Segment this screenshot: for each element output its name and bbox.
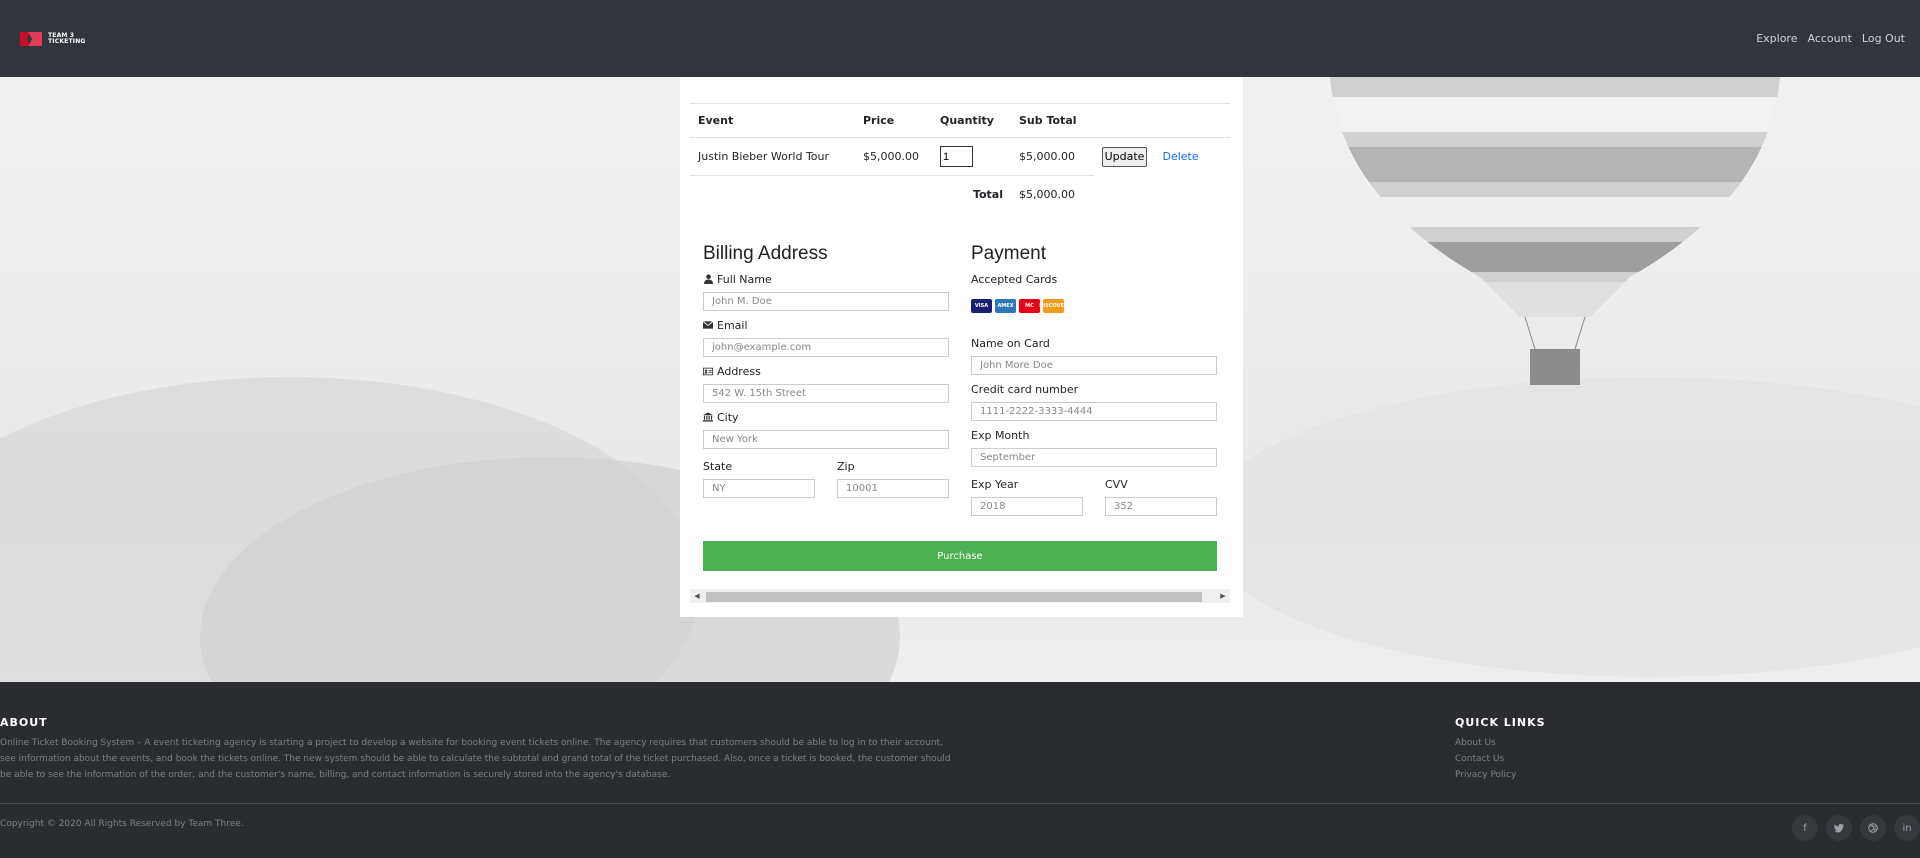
- quick-links-title: QUICK LINKS: [1455, 716, 1546, 729]
- exp-month-input[interactable]: [971, 448, 1217, 467]
- cvv-label: CVV: [1105, 477, 1128, 491]
- full-name-input[interactable]: [703, 292, 949, 311]
- cell-price: $5,000.00: [855, 137, 932, 176]
- footer-link-contact[interactable]: Contact Us: [1455, 751, 1516, 767]
- state-label: State: [703, 459, 733, 473]
- cell-quantity: [932, 137, 1011, 176]
- state-input[interactable]: [703, 479, 815, 498]
- hot-air-balloon-image: [1330, 77, 1780, 385]
- update-button[interactable]: Update: [1102, 146, 1147, 167]
- cell-event: Justin Bieber World Tour: [690, 137, 855, 176]
- name-on-card-label: Name on Card: [971, 336, 1050, 350]
- accepted-cards-label: Accepted Cards: [971, 272, 1058, 286]
- zip-input[interactable]: [837, 479, 949, 498]
- institution-icon: [703, 412, 713, 422]
- about-text: Online Ticket Booking System – A event t…: [0, 738, 951, 780]
- main-nav: Explore Account Log Out: [1756, 32, 1905, 45]
- site-footer: ABOUT Online Ticket Booking System – A e…: [0, 682, 1920, 858]
- quantity-input[interactable]: [940, 146, 973, 167]
- credit-card-input[interactable]: [971, 402, 1217, 421]
- footer-link-privacy[interactable]: Privacy Policy: [1455, 767, 1516, 783]
- user-icon: [703, 274, 713, 284]
- nav-explore[interactable]: Explore: [1756, 32, 1797, 45]
- brand-logo[interactable]: TEAM 3 TICKETING: [20, 31, 86, 47]
- cell-subtotal: $5,000.00: [1011, 137, 1094, 176]
- scroll-left-icon[interactable]: ◀: [690, 589, 704, 603]
- linkedin-icon[interactable]: in: [1894, 815, 1920, 841]
- email-input[interactable]: [703, 338, 949, 357]
- scrollbar-thumb[interactable]: [706, 592, 1202, 602]
- delete-link[interactable]: Delete: [1163, 150, 1199, 163]
- footer-link-about[interactable]: About Us: [1455, 735, 1516, 751]
- scroll-right-icon[interactable]: ▶: [1216, 589, 1230, 603]
- col-header-price: Price: [855, 103, 932, 138]
- city-label: City: [717, 410, 739, 424]
- checkout-card: Event Price Quantity Sub Total Justin Bi…: [680, 77, 1243, 617]
- cell-actions: Update Delete: [1094, 138, 1230, 176]
- footer-divider: [0, 803, 1920, 804]
- col-header-quantity: Quantity: [932, 103, 1011, 138]
- nav-account[interactable]: Account: [1807, 32, 1851, 45]
- logo-mark-icon: [20, 32, 44, 46]
- horizontal-scrollbar[interactable]: ◀ ▶: [690, 589, 1230, 603]
- payment-title: Payment: [971, 243, 1046, 264]
- table-row: Justin Bieber World Tour $5,000.00 $5,00…: [690, 137, 1230, 176]
- discover-card-icon: DISCOVER: [1039, 299, 1068, 313]
- purchase-button[interactable]: Purchase: [703, 541, 1217, 571]
- cart-table: Event Price Quantity Sub Total Justin Bi…: [690, 103, 1230, 214]
- payment-section: Payment Accepted Cards VISA AMEX MC DISC…: [971, 240, 1217, 522]
- city-input[interactable]: [703, 430, 949, 449]
- col-header-actions: [1094, 103, 1230, 138]
- email-label: Email: [717, 318, 748, 332]
- social-links: f in: [1792, 815, 1920, 841]
- zip-label: Zip: [837, 459, 855, 473]
- col-header-event: Event: [690, 103, 855, 138]
- quick-links: About Us Contact Us Privacy Policy: [1455, 735, 1516, 783]
- nav-logout[interactable]: Log Out: [1862, 32, 1905, 45]
- twitter-icon[interactable]: [1826, 815, 1852, 841]
- cvv-input[interactable]: [1105, 497, 1217, 516]
- full-name-label: Full Name: [717, 272, 772, 286]
- exp-year-input[interactable]: [971, 497, 1083, 516]
- billing-section: Billing Address Full Name Email Address: [703, 240, 949, 504]
- address-input[interactable]: [703, 384, 949, 403]
- accepted-cards: VISA AMEX MC DISCOVER: [971, 299, 1217, 313]
- address-card-icon: [703, 366, 713, 376]
- total-value: $5,000.00: [1019, 188, 1075, 202]
- envelope-icon: [703, 320, 713, 330]
- total-label: Total: [972, 188, 1003, 202]
- exp-month-label: Exp Month: [971, 428, 1030, 442]
- visa-card-icon: VISA: [971, 299, 992, 313]
- total-row: Total $5,000.00: [690, 176, 1230, 214]
- facebook-icon[interactable]: f: [1792, 815, 1818, 841]
- exp-year-label: Exp Year: [971, 477, 1019, 491]
- top-navbar: TEAM 3 TICKETING Explore Account Log Out: [0, 0, 1920, 77]
- dribbble-icon[interactable]: [1860, 815, 1886, 841]
- logo-text: TEAM 3 TICKETING: [48, 32, 86, 45]
- name-on-card-input[interactable]: [971, 356, 1217, 375]
- hill-shape: [1200, 377, 1920, 677]
- billing-title: Billing Address: [703, 243, 828, 264]
- amex-card-icon: AMEX: [995, 299, 1016, 313]
- address-label: Address: [717, 364, 761, 378]
- credit-card-label: Credit card number: [971, 382, 1079, 396]
- mastercard-icon: MC: [1019, 299, 1040, 313]
- copyright-text: Copyright © 2020 All Rights Reserved by …: [0, 819, 244, 829]
- about-title: ABOUT: [0, 716, 48, 729]
- col-header-subtotal: Sub Total: [1011, 103, 1094, 138]
